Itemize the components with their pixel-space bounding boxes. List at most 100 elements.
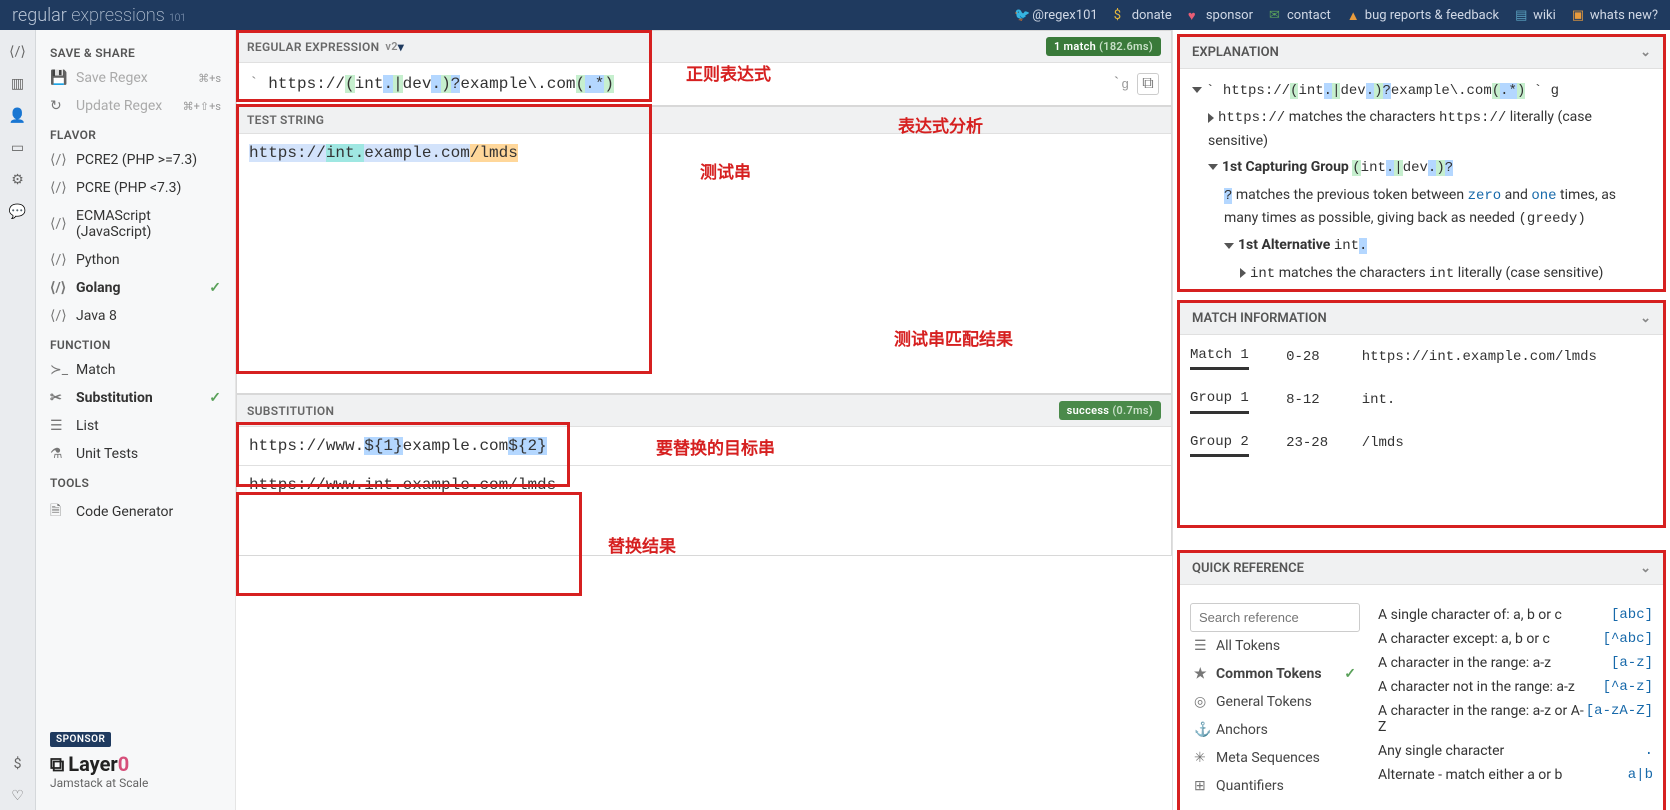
triangle-down-icon[interactable]: [1224, 243, 1234, 249]
teststring-input[interactable]: https://int.example.com/lmds: [237, 133, 1171, 393]
chevron-down-icon[interactable]: ⌄: [1640, 45, 1651, 60]
function-unittests[interactable]: ⚗Unit Tests: [36, 440, 235, 468]
sponsor-tagline: Jamstack at Scale: [50, 776, 221, 790]
center-column: REGULAR EXPRESSION v2 ▾ 1 match (182.6ms…: [236, 30, 1172, 810]
triangle-right-icon[interactable]: [1208, 113, 1214, 123]
triangle-right-icon[interactable]: [1240, 268, 1246, 278]
match-count-badge: 1 match (182.6ms): [1046, 37, 1161, 56]
matchinfo-heading: MATCH INFORMATION: [1192, 311, 1327, 326]
code-icon: ⟨/⟩: [50, 216, 66, 232]
qr-cat-meta[interactable]: ✳Meta Sequences: [1190, 744, 1360, 772]
star-icon: ★: [1194, 666, 1208, 682]
function-list[interactable]: ☰List: [36, 412, 235, 440]
qr-item[interactable]: A single character of: a, b or c[abc]: [1378, 603, 1653, 627]
tool-codegen[interactable]: 🗎Code Generator: [36, 494, 235, 530]
whatsnew-icon: ▣: [1572, 8, 1586, 22]
rail-settings-icon[interactable]: ⚙: [4, 166, 32, 194]
triangle-down-icon[interactable]: [1192, 87, 1202, 93]
sidebar: SAVE & SHARE 💾 Save Regex ⌘+s ↻ Update R…: [36, 30, 236, 810]
save-share-heading: SAVE & SHARE: [36, 38, 235, 64]
quickref-heading: QUICK REFERENCE: [1192, 561, 1304, 576]
qr-item[interactable]: A character in the range: a-z[a-z]: [1378, 651, 1653, 675]
match-row[interactable]: Match 10-28https://int.example.com/lmds: [1180, 335, 1663, 378]
regex-flags[interactable]: g: [1121, 77, 1129, 92]
save-regex-item[interactable]: 💾 Save Regex ⌘+s: [36, 64, 235, 92]
update-icon: ↻: [50, 98, 66, 114]
save-icon: 💾: [50, 70, 66, 86]
donate-link[interactable]: $donate: [1114, 8, 1172, 23]
code-icon: ⟨/⟩: [50, 252, 66, 268]
chevron-down-icon[interactable]: ▾: [398, 40, 404, 54]
flavor-pcre2[interactable]: ⟨/⟩PCRE2 (PHP >=7.3): [36, 146, 235, 174]
qr-cat-quant[interactable]: ⊞Quantifiers: [1190, 772, 1360, 800]
regex-version: v2: [385, 40, 397, 53]
warning-icon: ▲: [1347, 8, 1361, 22]
substitution-heading: SUBSTITUTION: [247, 404, 334, 418]
quickref-panel: QUICK REFERENCE ⌄ ☰All Tokens ★Common To…: [1177, 550, 1666, 810]
rail-heart-icon[interactable]: ♡: [4, 782, 32, 810]
substitution-input[interactable]: https://www.${1}example.com${2}: [237, 426, 1171, 465]
twitter-link[interactable]: 🐦@regex101: [1014, 8, 1097, 23]
contact-link[interactable]: ✉contact: [1269, 8, 1331, 23]
anchor-icon: ⚓: [1194, 722, 1208, 738]
menu-icon: ☰: [1194, 638, 1208, 654]
flavor-python[interactable]: ⟨/⟩Python: [36, 246, 235, 274]
success-badge: success (0.7ms): [1059, 401, 1161, 420]
rail-donate-icon[interactable]: $: [4, 750, 32, 778]
flavor-java8[interactable]: ⟨/⟩Java 8: [36, 302, 235, 330]
top-header: regular expressions 101 🐦@regex101 $dona…: [0, 0, 1670, 30]
check-icon: ✓: [209, 390, 221, 406]
scissors-icon: ✂: [50, 390, 66, 406]
logo[interactable]: regular expressions 101: [12, 5, 186, 26]
qr-item[interactable]: Any single character.: [1378, 739, 1653, 763]
copy-button[interactable]: ⧉: [1137, 73, 1159, 95]
rail-quiz-icon[interactable]: ▭: [4, 134, 32, 162]
qr-item[interactable]: A character not in the range: a-z[^a-z]: [1378, 675, 1653, 699]
chevron-down-icon[interactable]: ⌄: [1640, 561, 1651, 576]
top-links: 🐦@regex101 $donate ♥sponsor ✉contact ▲bu…: [1014, 8, 1658, 23]
rail-account-icon[interactable]: 👤: [4, 102, 32, 130]
teststring-panel: TEST STRING https://int.example.com/lmds: [236, 106, 1172, 394]
rail-editor-icon[interactable]: ⟨/⟩: [4, 38, 32, 66]
right-column: EXPLANATION ⌄ ` https://(int.|dev.)?exam…: [1172, 30, 1670, 810]
heart-icon: ♥: [1188, 8, 1202, 22]
wiki-link[interactable]: ▤wiki: [1515, 8, 1556, 23]
sponsor-link[interactable]: ♥sponsor: [1188, 8, 1253, 23]
substitution-result: https://www.int.example.com/lmds: [237, 465, 1171, 555]
rail-chat-icon[interactable]: 💬: [4, 198, 32, 226]
terminal-icon: ≻_: [50, 362, 66, 378]
qr-item[interactable]: A character in the range: a-z or A-Z[a-z…: [1378, 699, 1653, 739]
function-match[interactable]: ≻_Match: [36, 356, 235, 384]
regex-input[interactable]: ` https://(int.|dev.)?example\.com(.*) `…: [237, 62, 1171, 105]
qr-item[interactable]: A character except: a, b or c[^abc]: [1378, 627, 1653, 651]
explanation-heading: EXPLANATION: [1192, 45, 1279, 60]
circle-icon: ◎: [1194, 694, 1208, 710]
flavor-ecmascript[interactable]: ⟨/⟩ECMAScript (JavaScript): [36, 202, 235, 246]
twitter-icon: 🐦: [1014, 8, 1028, 22]
qr-cat-all[interactable]: ☰All Tokens: [1190, 632, 1360, 660]
triangle-down-icon[interactable]: [1208, 164, 1218, 170]
wiki-icon: ▤: [1515, 8, 1529, 22]
qr-cat-common[interactable]: ★Common Tokens✓: [1190, 660, 1360, 688]
match-row[interactable]: Group 223-28/lmds: [1180, 422, 1663, 465]
quickref-items: A single character of: a, b or c[abc] A …: [1378, 603, 1653, 800]
update-regex-item[interactable]: ↻ Update Regex ⌘+⇧+s: [36, 92, 235, 120]
flavor-golang[interactable]: ⟨/⟩Golang✓: [36, 274, 235, 302]
chevron-down-icon[interactable]: ⌄: [1640, 311, 1651, 326]
tools-heading: TOOLS: [36, 468, 235, 494]
regex-panel: REGULAR EXPRESSION v2 ▾ 1 match (182.6ms…: [236, 30, 1172, 106]
function-substitution[interactable]: ✂Substitution✓: [36, 384, 235, 412]
bugs-link[interactable]: ▲bug reports & feedback: [1347, 8, 1499, 23]
qr-cat-anchors[interactable]: ⚓Anchors: [1190, 716, 1360, 744]
quickref-search-input[interactable]: [1190, 603, 1360, 632]
sponsor-block[interactable]: SPONSOR ⧉ Layer0 Jamstack at Scale: [36, 718, 235, 802]
list-icon: ☰: [50, 418, 66, 434]
flavor-pcre[interactable]: ⟨/⟩PCRE (PHP <7.3): [36, 174, 235, 202]
match-row[interactable]: Group 18-12int.: [1180, 378, 1663, 421]
qr-cat-general[interactable]: ◎General Tokens: [1190, 688, 1360, 716]
whatsnew-link[interactable]: ▣whats new?: [1572, 8, 1658, 23]
qr-item[interactable]: Alternate - match either a or ba|b: [1378, 763, 1653, 787]
rail-library-icon[interactable]: ▥: [4, 70, 32, 98]
left-rail: ⟨/⟩ ▥ 👤 ▭ ⚙ 💬 $ ♡: [0, 30, 36, 810]
code-icon: ⟨/⟩: [50, 308, 66, 324]
